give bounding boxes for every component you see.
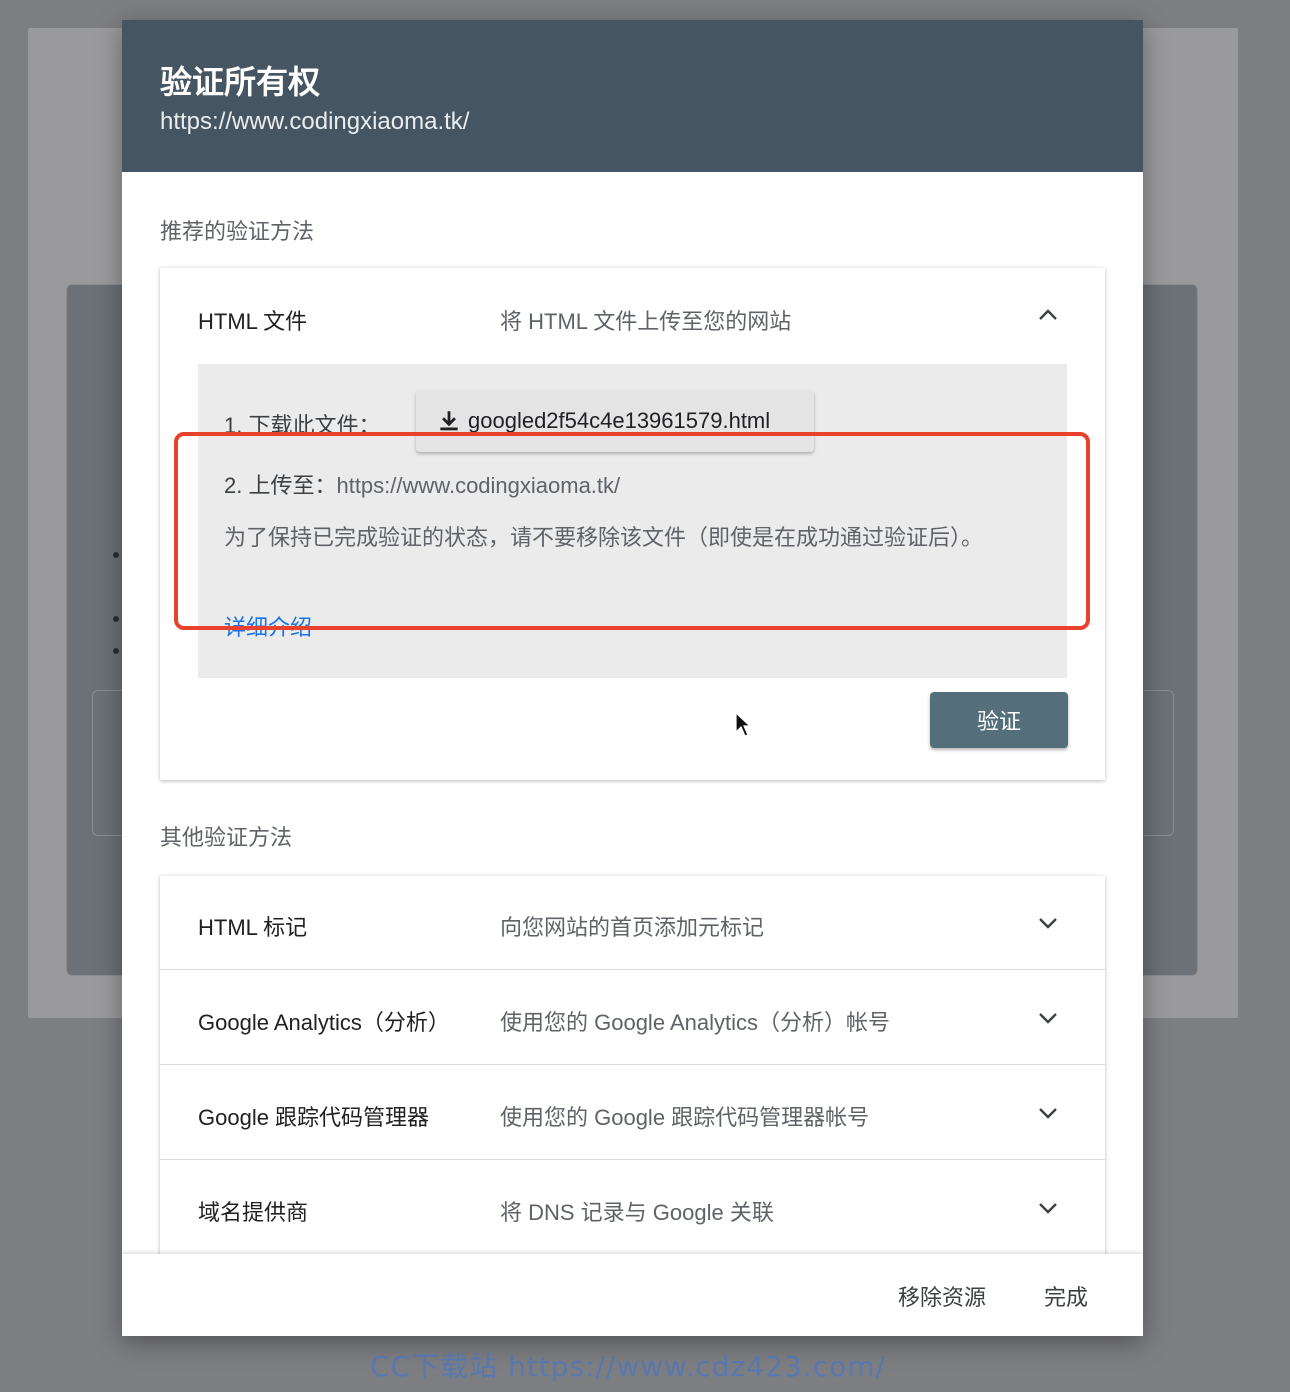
dialog-title: 验证所有权 <box>160 64 321 100</box>
method-title: Google Analytics（分析） <box>198 1010 450 1035</box>
method-description: 使用您的 Google 跟踪代码管理器帐号 <box>500 1105 870 1130</box>
dialog-subtitle: https://www.codingxiaoma.tk/ <box>160 108 470 135</box>
method-description: 将 HTML 文件上传至您的网站 <box>500 309 792 334</box>
recommended-section-label: 推荐的验证方法 <box>160 219 315 244</box>
background-bullet <box>113 552 119 558</box>
method-row-google-analytics[interactable]: Google Analytics（分析） 使用您的 Google Analyti… <box>160 971 1105 1065</box>
method-row-domain-provider[interactable]: 域名提供商 将 DNS 记录与 Google 关联 <box>160 1161 1105 1254</box>
method-title: 域名提供商 <box>198 1200 309 1225</box>
watermark: CC下载站 https://www.cdz423.com/ <box>370 1350 886 1383</box>
download-file-name: googled2f54c4e13961579.html <box>468 408 771 433</box>
dialog-footer: 移除资源 完成 <box>122 1254 1143 1336</box>
download-icon <box>440 411 458 431</box>
other-methods-card: HTML 标记 向您网站的首页添加元标记 Google Analytics（分析… <box>160 876 1105 1254</box>
method-title: HTML 标记 <box>198 915 308 940</box>
other-section-label: 其他验证方法 <box>160 825 293 850</box>
dialog-body: 推荐的验证方法 HTML 文件 将 HTML 文件上传至您的网站 1. 下载此文… <box>122 172 1143 1254</box>
background-bullet <box>113 648 119 654</box>
chevron-down-icon[interactable] <box>1037 912 1059 934</box>
verify-ownership-dialog: 验证所有权 https://www.codingxiaoma.tk/ 推荐的验证… <box>122 20 1143 1336</box>
method-description: 向您网站的首页添加元标记 <box>500 915 765 940</box>
mouse-cursor-icon <box>735 712 751 737</box>
chevron-down-icon[interactable] <box>1037 1007 1059 1029</box>
chevron-down-icon[interactable] <box>1037 1102 1059 1124</box>
dialog-header: 验证所有权 https://www.codingxiaoma.tk/ <box>122 20 1143 172</box>
background-bullet <box>113 616 119 622</box>
method-title: HTML 文件 <box>198 309 308 334</box>
method-row-tag-manager[interactable]: Google 跟踪代码管理器 使用您的 Google 跟踪代码管理器帐号 <box>160 1066 1105 1160</box>
remove-property-button[interactable]: 移除资源 <box>898 1280 986 1312</box>
chevron-down-icon[interactable] <box>1037 1197 1059 1219</box>
method-row-html-tag[interactable]: HTML 标记 向您网站的首页添加元标记 <box>160 876 1105 970</box>
html-file-method-header[interactable]: HTML 文件 将 HTML 文件上传至您的网站 <box>160 268 1105 364</box>
highlight-annotation <box>174 432 1090 630</box>
method-description: 将 DNS 记录与 Google 关联 <box>500 1200 774 1225</box>
verify-button[interactable]: 验证 <box>930 692 1068 748</box>
done-button[interactable]: 完成 <box>1044 1280 1088 1312</box>
method-description: 使用您的 Google Analytics（分析）帐号 <box>500 1010 890 1035</box>
chevron-up-icon[interactable] <box>1037 304 1059 326</box>
method-title: Google 跟踪代码管理器 <box>198 1105 430 1130</box>
